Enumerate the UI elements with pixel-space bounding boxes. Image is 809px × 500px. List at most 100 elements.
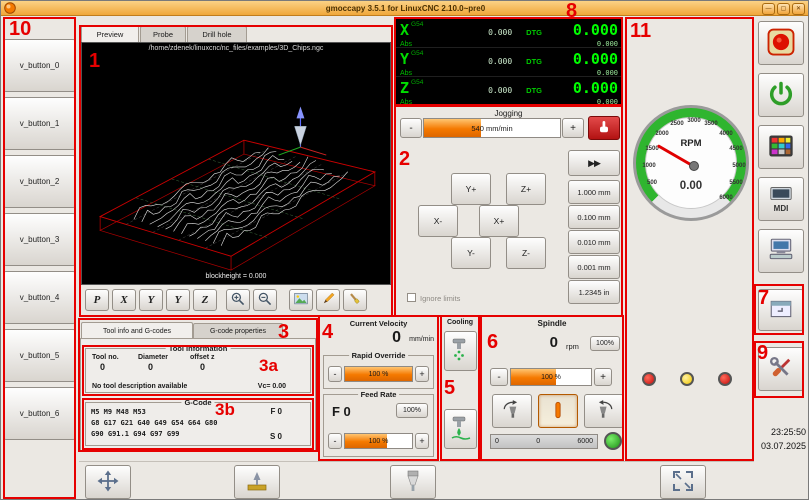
mist-coolant-button[interactable]	[444, 331, 477, 371]
tab-tool-info[interactable]: Tool info and G-codes	[81, 322, 193, 339]
jog-x-minus-button[interactable]: X-	[418, 205, 458, 237]
v-button-1[interactable]: v_button_1	[3, 97, 76, 150]
rapid-override-frame: Rapid Override - 100 % +	[323, 355, 434, 389]
jog-y-plus-button[interactable]: Y+	[451, 173, 491, 205]
feed-rate-value: F 0	[332, 404, 351, 419]
spindle-stop-button[interactable]	[538, 394, 578, 428]
jog-speed-plus-button[interactable]: +	[562, 118, 584, 138]
feed-rate-title: Feed Rate	[358, 390, 400, 399]
jog-z-plus-button[interactable]: Z+	[506, 173, 546, 205]
dro-row-y[interactable]: YG54Abs 0.000DTG 0.0000.000	[395, 48, 622, 77]
spindle-at-speed-led	[604, 432, 622, 450]
tab-drill-hole[interactable]: Drill hole	[187, 26, 247, 42]
spindle-override-value: 100 %	[541, 374, 561, 381]
blockheight-label: blockheight = 0.000	[82, 273, 390, 280]
machine-on-button[interactable]	[758, 73, 804, 117]
rapid-minus-button[interactable]: -	[328, 366, 342, 382]
spindle-bar-current: 0	[536, 438, 540, 445]
dro-dtg-label: DTG	[526, 86, 542, 95]
v-button-2[interactable]: v_button_2	[3, 155, 76, 208]
view-y-button[interactable]: Y	[139, 289, 163, 311]
jog-y-minus-button[interactable]: Y-	[451, 237, 491, 269]
axes-jog-button[interactable]	[85, 465, 131, 499]
spindle-percent-button[interactable]: 100%	[590, 336, 620, 351]
jog-mode-button[interactable]	[588, 116, 620, 140]
spindle-ccw-button[interactable]	[492, 394, 532, 428]
jog-speed-minus-button[interactable]: -	[400, 118, 422, 138]
touch-off-button[interactable]	[234, 465, 280, 499]
dro-ref-label: Abs	[400, 41, 412, 48]
gcode-line-3: G90 G91.1 G94 G97 G99	[91, 430, 180, 438]
clock-time: 23:25:50	[756, 427, 806, 437]
gcode-frame: G-Code M5 M9 M48 M53 G8 G17 G21 G40 G49 …	[85, 402, 311, 446]
view-y2-button[interactable]: Y	[166, 289, 190, 311]
dro-row-z[interactable]: ZG54Abs 0.000DTG 0.0000.000	[395, 77, 622, 106]
gauge-tick: 3000	[687, 118, 700, 124]
dro-row-x[interactable]: XG54Abs 0.000DTG 0.0000.000	[395, 19, 622, 48]
tab-preview[interactable]: Preview	[81, 25, 139, 42]
v-button-5[interactable]: v_button_5	[3, 329, 76, 382]
rpm-gauge: 500 1000 1500 2000 2500 3000 3500 4000 4…	[633, 105, 749, 221]
fullscreen-button[interactable]	[660, 465, 706, 499]
v-button-4[interactable]: v_button_4	[3, 271, 76, 324]
increment-1mm-button[interactable]: 1.000 mm	[568, 180, 620, 204]
view-perspective-button[interactable]: P	[85, 289, 109, 311]
v-button-6[interactable]: v_button_6	[3, 387, 76, 440]
fast-forward-button[interactable]: ▶▶	[568, 150, 620, 176]
tool-touch-button[interactable]	[343, 289, 367, 311]
estop-button[interactable]	[758, 21, 804, 65]
edit-gcode-button[interactable]	[316, 289, 340, 311]
spindle-title: Spindle	[482, 317, 622, 328]
spindle-minus-button[interactable]: -	[490, 368, 508, 386]
window-mode-button[interactable]	[758, 289, 804, 331]
settings-page-button[interactable]	[758, 229, 804, 273]
jog-speed-slider[interactable]: 540 mm/min	[423, 118, 561, 138]
ignore-limits-checkbox[interactable]	[407, 293, 416, 302]
rapid-override-slider[interactable]: 100 %	[344, 366, 413, 382]
tool-no-value: 0	[92, 362, 138, 372]
v-button-0[interactable]: v_button_0	[3, 39, 76, 92]
feed-rate-slider[interactable]: 100 %	[344, 433, 413, 449]
clear-plot-button[interactable]	[289, 289, 313, 311]
tab-gcode-properties[interactable]: G-code properties	[193, 323, 283, 339]
tool-change-button[interactable]	[390, 465, 436, 499]
zoom-out-button[interactable]	[253, 289, 277, 311]
feed-plus-button[interactable]: +	[415, 433, 429, 449]
increment-inch-button[interactable]: 1.2345 in	[568, 280, 620, 304]
maximize-button[interactable]: ▢	[777, 3, 790, 15]
spindle-cw-button[interactable]	[584, 394, 624, 428]
jog-x-plus-button[interactable]: X+	[479, 205, 519, 237]
feed-minus-button[interactable]: -	[328, 433, 342, 449]
view-x-button[interactable]: X	[112, 289, 136, 311]
zoom-in-button[interactable]	[226, 289, 250, 311]
gauge-tick: 3500	[704, 121, 717, 127]
spindle-bar-max: 6000	[577, 438, 593, 445]
diameter-value: 0	[138, 362, 190, 372]
dro-axis-letter: X	[400, 21, 409, 39]
jog-z-minus-button[interactable]: Z-	[506, 237, 546, 269]
minimize-button[interactable]: —	[762, 3, 775, 15]
spindle-override-slider[interactable]: 100 %	[510, 368, 592, 386]
increment-0001mm-button[interactable]: 0.001 mm	[568, 255, 620, 279]
increment-001mm-button[interactable]: 0.010 mm	[568, 230, 620, 254]
close-button[interactable]: ✕	[792, 3, 805, 15]
tool-holder-icon	[401, 469, 425, 495]
spindle-panel: Spindle 0 rpm 100% - 100 % + 0 0 6000	[481, 316, 623, 460]
gcode-frame-title: G-Code	[181, 398, 214, 407]
gcode-line-1: M5 M9 M48 M53	[91, 408, 146, 416]
clock-date: 03.07.2025	[756, 441, 806, 451]
tab-probe[interactable]: Probe	[140, 26, 186, 42]
increment-01mm-button[interactable]: 0.100 mm	[568, 205, 620, 229]
flood-coolant-button[interactable]	[444, 409, 477, 449]
rapid-plus-button[interactable]: +	[415, 366, 429, 382]
mdi-button[interactable]: MDI	[758, 177, 804, 221]
feed-percent-button[interactable]: 100%	[396, 403, 428, 418]
gremlin-preview[interactable]: /home/zdenek/linuxcnc/nc_files/examples/…	[81, 42, 391, 285]
v-button-3[interactable]: v_button_3	[3, 213, 76, 266]
spindle-cw-icon	[592, 399, 616, 423]
spindle-plus-button[interactable]: +	[594, 368, 612, 386]
settings-tools-button[interactable]	[758, 347, 804, 391]
view-z-button[interactable]: Z	[193, 289, 217, 311]
title-bar: gmoccapy 3.5.1 for LinuxCNC 2.10.0~pre0 …	[1, 1, 809, 16]
keyboard-button[interactable]	[758, 125, 804, 169]
